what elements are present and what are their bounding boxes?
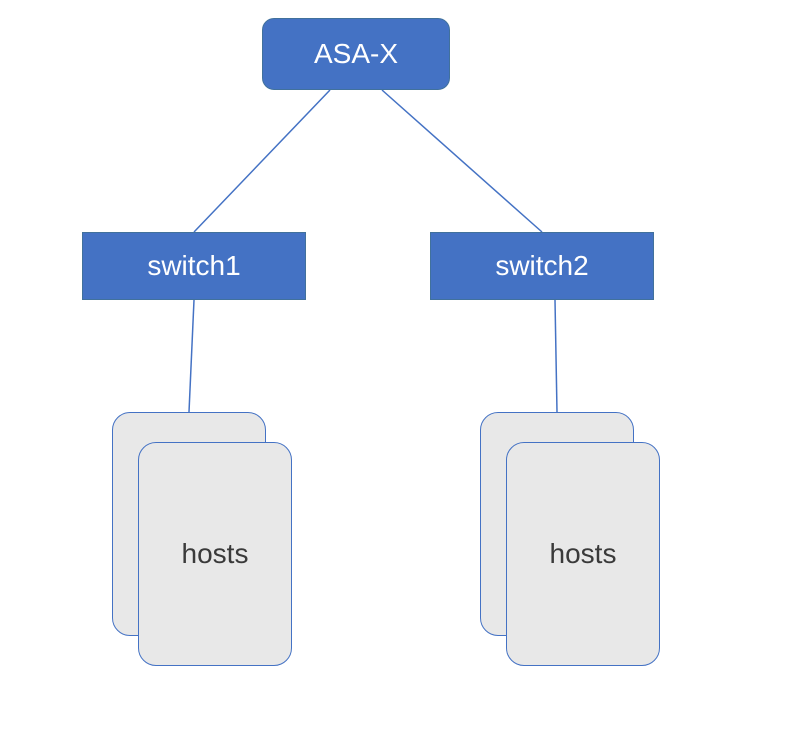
- host-card-front: hosts: [138, 442, 292, 666]
- top-node-label: ASA-X: [314, 38, 398, 70]
- switch-node-1: switch1: [82, 232, 306, 300]
- switch-node-2: switch2: [430, 232, 654, 300]
- hosts-group-2: hosts: [480, 412, 660, 664]
- switch-label: switch2: [495, 250, 588, 282]
- hosts-label: hosts: [182, 538, 249, 570]
- hosts-group-1: hosts: [112, 412, 292, 664]
- diagram-canvas: ASA-X switch1 switch2 hosts hosts: [0, 0, 786, 732]
- top-node-asa: ASA-X: [262, 18, 450, 90]
- host-card-front: hosts: [506, 442, 660, 666]
- switch-label: switch1: [147, 250, 240, 282]
- hosts-label: hosts: [550, 538, 617, 570]
